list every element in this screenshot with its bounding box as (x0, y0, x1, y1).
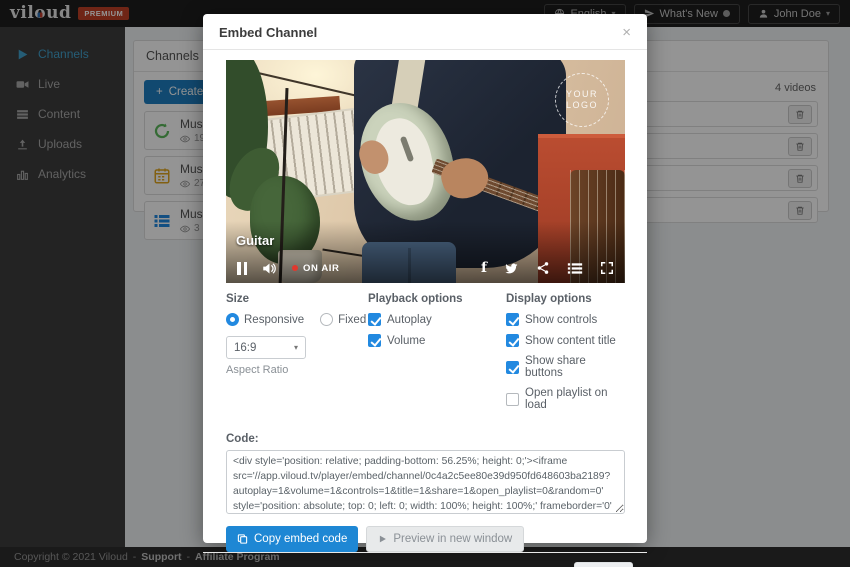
on-air-badge: ON AIR (292, 263, 340, 274)
autoplay-label: Autoplay (387, 314, 432, 326)
embed-options: Size Responsive Fixed 16:9 ▾ (226, 293, 625, 419)
player-controls: ON AIR f (226, 253, 625, 283)
twitter-icon (504, 262, 519, 275)
display-options: Display options Show controls Show conte… (506, 293, 625, 419)
copy-embed-code-label: Copy embed code (254, 533, 347, 545)
checkbox[interactable] (506, 313, 519, 326)
volume-label: Volume (387, 335, 425, 347)
preview-label: Preview in new window (393, 533, 512, 545)
modal-body: YOUR LOGO Guitar ON AIR f (203, 50, 647, 552)
player-social-buttons: f (481, 260, 614, 276)
copy-embed-code-button[interactable]: Copy embed code (226, 526, 358, 552)
code-label: Code: (226, 433, 625, 445)
embed-actions: Copy embed code Preview in new window (226, 526, 625, 552)
volume-button[interactable] (262, 262, 277, 275)
checkbox[interactable] (506, 334, 519, 347)
display-heading: Display options (506, 293, 625, 305)
embed-channel-modal: Embed Channel × (203, 14, 647, 543)
on-air-dot (292, 265, 298, 271)
open-playlist-checkbox-row[interactable]: Open playlist on load (506, 387, 625, 411)
playlist-icon (567, 262, 583, 275)
size-heading: Size (226, 293, 368, 305)
fixed-label: Fixed (338, 314, 366, 326)
on-air-label: ON AIR (303, 263, 340, 274)
share-icon (536, 261, 550, 275)
show-content-title-checkbox-row[interactable]: Show content title (506, 334, 625, 347)
open-playlist-label: Open playlist on load (525, 387, 625, 411)
play-icon (378, 534, 387, 544)
facebook-share-button[interactable]: f (481, 260, 487, 276)
responsive-label: Responsive (244, 314, 304, 326)
speaker-icon (262, 262, 277, 275)
app-root: viloud PREMIUM English ▾ What's New John… (0, 0, 850, 567)
responsive-radio[interactable]: Responsive (226, 313, 304, 326)
preview-button[interactable]: Preview in new window (366, 526, 524, 552)
size-radio-group: Responsive Fixed (226, 313, 368, 326)
fullscreen-icon (600, 261, 614, 275)
volume-checkbox-row[interactable]: Volume (368, 334, 506, 347)
show-controls-checkbox-row[interactable]: Show controls (506, 313, 625, 326)
show-content-title-label: Show content title (525, 335, 616, 347)
chevron-down-icon: ▾ (294, 343, 298, 352)
show-share-buttons-checkbox-row[interactable]: Show share buttons (506, 355, 625, 379)
aspect-ratio-value: 16:9 (234, 342, 256, 354)
playback-options: Playback options Autoplay Volume (368, 293, 506, 419)
copy-icon (237, 533, 248, 545)
logo-line-2: LOGO (566, 100, 598, 111)
modal-footer: Close (203, 552, 647, 567)
twitter-share-button[interactable] (504, 262, 519, 275)
size-options: Size Responsive Fixed 16:9 ▾ (226, 293, 368, 419)
modal-title: Embed Channel (219, 25, 317, 40)
video-player-preview[interactable]: YOUR LOGO Guitar ON AIR f (226, 60, 625, 283)
close-icon[interactable]: × (622, 25, 631, 40)
radio-button[interactable] (320, 313, 333, 326)
aspect-ratio-label: Aspect Ratio (226, 364, 368, 376)
fixed-radio[interactable]: Fixed (320, 313, 366, 326)
embed-code-textarea[interactable]: <div style='position: relative; padding-… (226, 450, 625, 514)
fullscreen-button[interactable] (600, 261, 614, 275)
checkbox[interactable] (506, 393, 519, 406)
your-logo-watermark: YOUR LOGO (555, 73, 609, 127)
checkbox[interactable] (368, 334, 381, 347)
show-controls-label: Show controls (525, 314, 597, 326)
show-share-buttons-label: Show share buttons (525, 355, 625, 379)
share-button[interactable] (536, 261, 550, 275)
modal-header: Embed Channel × (203, 14, 647, 50)
content-title-overlay: Guitar (236, 233, 274, 248)
playback-heading: Playback options (368, 293, 506, 305)
autoplay-checkbox-row[interactable]: Autoplay (368, 313, 506, 326)
aspect-ratio-select[interactable]: 16:9 ▾ (226, 336, 306, 359)
logo-line-1: YOUR (566, 89, 598, 100)
playlist-button[interactable] (567, 262, 583, 275)
close-button[interactable]: Close (574, 562, 633, 567)
pause-button[interactable] (237, 262, 247, 275)
radio-button[interactable] (226, 313, 239, 326)
checkbox[interactable] (368, 313, 381, 326)
checkbox[interactable] (506, 361, 519, 374)
